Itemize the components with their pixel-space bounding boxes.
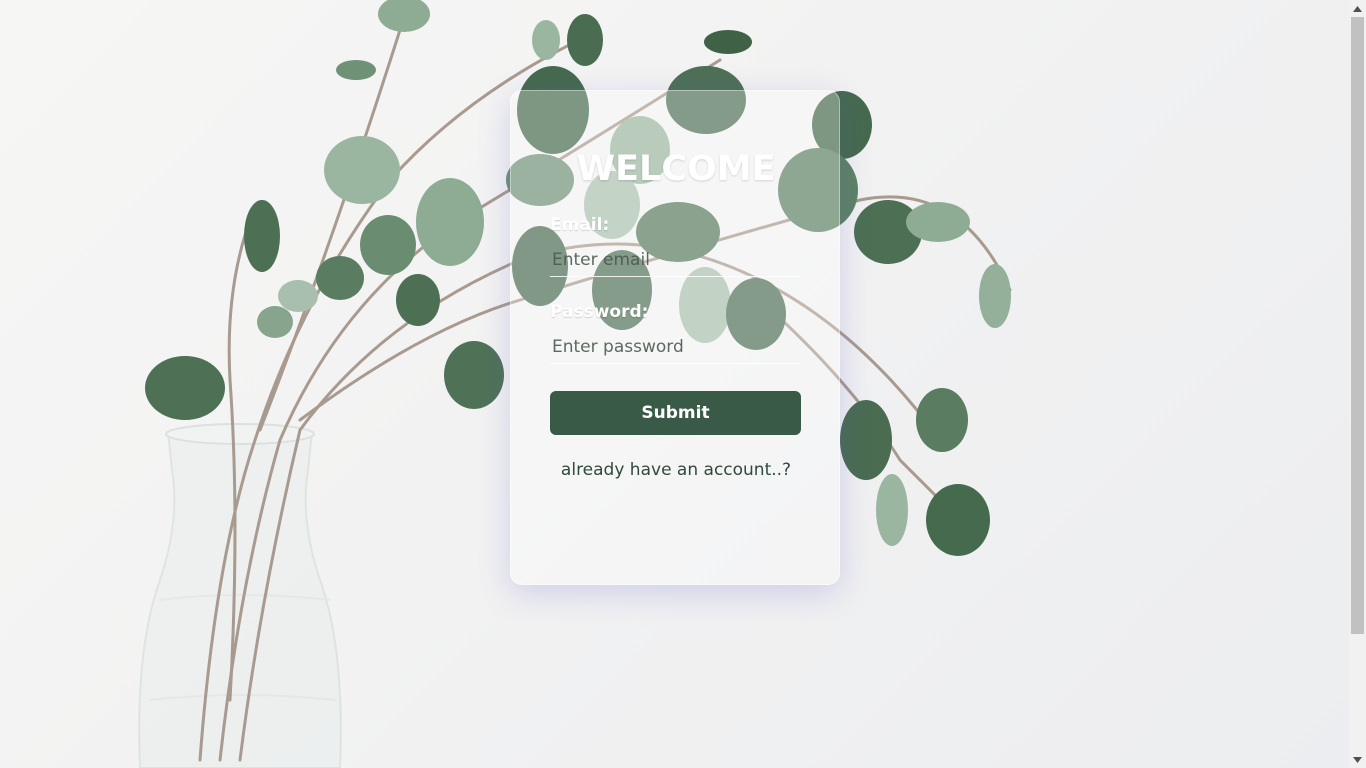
login-card: WELCOME Email: Password: Submit already … bbox=[510, 90, 840, 585]
scroll-down-icon[interactable] bbox=[1349, 751, 1366, 768]
scroll-thumb[interactable] bbox=[1351, 17, 1364, 634]
email-label: Email: bbox=[550, 215, 610, 235]
glass-vase bbox=[138, 423, 342, 768]
vertical-scrollbar[interactable] bbox=[1349, 0, 1366, 768]
page-title: WELCOME bbox=[576, 149, 776, 189]
password-label: Password: bbox=[550, 302, 649, 322]
submit-button[interactable]: Submit bbox=[550, 391, 801, 435]
password-field[interactable] bbox=[550, 330, 801, 364]
page: WELCOME Email: Password: Submit already … bbox=[0, 0, 1366, 768]
already-have-account-link[interactable]: already have an account..? bbox=[511, 460, 841, 480]
email-field[interactable] bbox=[550, 243, 801, 277]
scroll-up-icon[interactable] bbox=[1349, 0, 1366, 17]
